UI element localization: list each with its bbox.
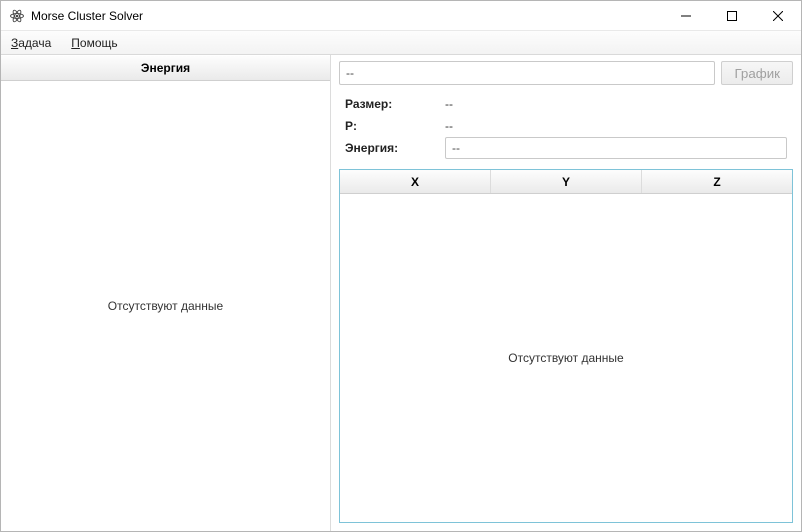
window-controls xyxy=(663,1,801,30)
column-y[interactable]: Y xyxy=(491,170,642,193)
p-label: P: xyxy=(345,119,445,133)
right-panel: График Размер: -- P: -- Энергия: X xyxy=(331,55,801,531)
maximize-button[interactable] xyxy=(709,1,755,30)
menu-help[interactable]: Помощь xyxy=(61,31,127,54)
column-z[interactable]: Z xyxy=(642,170,792,193)
info-block: Размер: -- P: -- Энергия: xyxy=(339,87,793,169)
table-empty-text: Отсутствуют данные xyxy=(508,351,623,365)
top-input[interactable] xyxy=(339,61,715,85)
app-icon xyxy=(9,8,25,24)
menubar: Задача Помощь xyxy=(1,31,801,55)
energy-panel-empty-text: Отсутствуют данные xyxy=(108,299,223,313)
window-title: Morse Cluster Solver xyxy=(31,9,143,23)
minimize-button[interactable] xyxy=(663,1,709,30)
energy-panel-body: Отсутствуют данные xyxy=(1,81,330,531)
table-body: Отсутствуют данные xyxy=(340,194,792,522)
menu-task-label-rest: адача xyxy=(18,36,51,50)
menu-help-label-rest: омощь xyxy=(80,36,118,50)
graph-button[interactable]: График xyxy=(721,61,793,85)
titlebar-left: Morse Cluster Solver xyxy=(1,8,663,24)
menu-task[interactable]: Задача xyxy=(1,31,61,54)
energy-label: Энергия: xyxy=(345,141,445,155)
menu-help-label-first: П xyxy=(71,36,80,50)
titlebar: Morse Cluster Solver xyxy=(1,1,801,31)
energy-row: Энергия: xyxy=(345,137,787,159)
p-value: -- xyxy=(445,119,453,133)
left-panel: Энергия Отсутствуют данные xyxy=(1,55,331,531)
energy-panel-header: Энергия xyxy=(1,55,330,81)
top-row: График xyxy=(339,61,793,85)
content-area: Энергия Отсутствуют данные График Размер… xyxy=(1,55,801,531)
table-header: X Y Z xyxy=(340,170,792,194)
column-x[interactable]: X xyxy=(340,170,491,193)
energy-input[interactable] xyxy=(445,137,787,159)
size-row: Размер: -- xyxy=(345,93,787,115)
close-button[interactable] xyxy=(755,1,801,30)
size-value: -- xyxy=(445,97,453,111)
app-window: Morse Cluster Solver Задача Помощь Энерг… xyxy=(0,0,802,532)
xyz-table: X Y Z Отсутствуют данные xyxy=(339,169,793,523)
p-row: P: -- xyxy=(345,115,787,137)
size-label: Размер: xyxy=(345,97,445,111)
